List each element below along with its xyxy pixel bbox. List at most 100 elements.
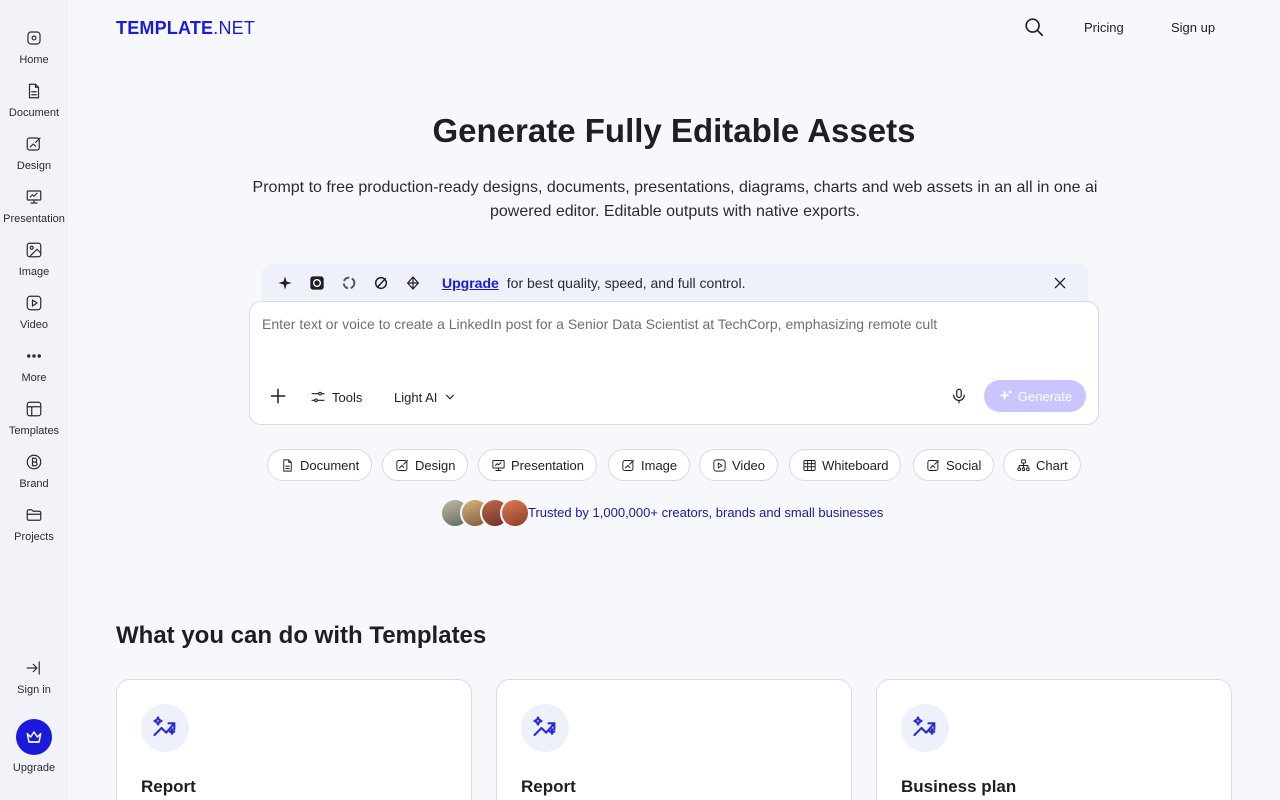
chip-label: Whiteboard — [822, 457, 889, 473]
presentation-icon — [24, 187, 44, 207]
chip-design[interactable]: Design — [382, 449, 469, 481]
pricing-link[interactable]: Pricing — [1084, 20, 1124, 35]
swirl-icon — [342, 276, 356, 290]
sign-in-button[interactable]: Sign in — [0, 650, 68, 700]
sign-in-icon — [24, 658, 44, 678]
video-icon — [713, 458, 726, 472]
document-icon — [283, 458, 292, 472]
model-select[interactable]: Light AI — [394, 387, 457, 407]
search-icon — [1025, 18, 1044, 37]
prompt-input[interactable] — [262, 316, 1082, 356]
chip-label: Document — [300, 457, 360, 473]
sidebar-item-projects[interactable]: Projects — [0, 497, 68, 547]
logo-bold: TEMPLATE — [116, 18, 214, 38]
trend-sparkle-icon — [141, 704, 189, 752]
sparkle-model-button[interactable] — [276, 274, 294, 292]
sliders-icon — [311, 391, 325, 403]
voice-input-button[interactable] — [950, 387, 970, 407]
upgrade-label: Upgrade — [12, 762, 56, 774]
sidebar-item-image[interactable]: Image — [0, 232, 68, 282]
sidebar-item-label: Video — [20, 319, 48, 331]
model-label: Light AI — [394, 389, 438, 405]
flux-model-button[interactable] — [404, 274, 422, 292]
social-icon — [927, 459, 939, 471]
tools-label: Tools — [332, 389, 363, 405]
templates-icon — [24, 399, 44, 419]
folder-icon — [24, 505, 44, 525]
sidebar-item-label: Home — [19, 54, 49, 66]
upgrade-button[interactable] — [16, 719, 52, 755]
chip-video[interactable]: Video — [699, 449, 779, 481]
generate-label: Generate — [1017, 388, 1073, 404]
chip-label: Image — [641, 457, 678, 473]
image-icon — [622, 459, 634, 471]
crown-icon — [26, 731, 42, 743]
chip-label: Social — [946, 457, 982, 473]
sign-up-link[interactable]: Sign up — [1171, 20, 1215, 35]
chip-social[interactable]: Social — [913, 449, 995, 481]
sparkle-icon — [278, 276, 292, 290]
close-strip-button[interactable] — [1052, 275, 1068, 291]
sidebar-item-video[interactable]: Video — [0, 285, 68, 335]
sidebar-item-label: Projects — [14, 531, 54, 543]
sparkles-icon — [999, 389, 1013, 401]
sidebar-item-label: Brand — [19, 478, 49, 490]
card-title: Report — [141, 777, 196, 796]
template-card-report[interactable]: Report — [116, 679, 472, 800]
card-title: Report — [521, 777, 576, 796]
trust-text: Trusted by 1,000,000+ creators, brands a… — [528, 505, 884, 520]
sidebar-item-presentation[interactable]: Presentation — [0, 179, 68, 229]
sidebar-item-templates[interactable]: Templates — [0, 391, 68, 441]
upgrade-link[interactable]: Upgrade — [442, 275, 499, 291]
home-icon — [24, 28, 44, 48]
logo-rest: .NET — [213, 18, 256, 38]
tools-button[interactable]: Tools — [310, 387, 362, 407]
grok-model-button[interactable] — [372, 274, 390, 292]
chip-label: Chart — [1036, 457, 1068, 473]
openai-icon — [310, 276, 324, 290]
flux-icon — [406, 276, 420, 290]
chip-whiteboard[interactable]: Whiteboard — [789, 449, 902, 481]
sidebar-item-brand[interactable]: Brand — [0, 444, 68, 494]
image-icon — [24, 240, 44, 260]
template-card-report-2[interactable]: Report — [496, 679, 852, 800]
sidebar-item-more[interactable]: More — [0, 338, 68, 388]
chevron-down-icon — [446, 394, 455, 400]
plus-icon — [270, 388, 286, 404]
section-title: What you can do with Templates — [116, 622, 487, 649]
chip-chart[interactable]: Chart — [1003, 449, 1081, 481]
hero-subtitle: Prompt to free production-ready designs,… — [252, 179, 1098, 220]
microphone-icon — [953, 388, 965, 404]
template-card-business-plan[interactable]: Business plan — [876, 679, 1232, 800]
sign-in-label: Sign in — [17, 684, 51, 696]
add-attachment-button[interactable] — [268, 386, 290, 408]
sidebar-item-label: Templates — [8, 425, 60, 437]
trend-sparkle-icon — [901, 704, 949, 752]
presentation-icon — [492, 459, 505, 471]
chip-label: Video — [732, 457, 766, 473]
design-icon — [396, 459, 408, 471]
hero-title: Generate Fully Editable Assets — [432, 112, 916, 149]
sidebar-item-label: More — [21, 372, 47, 384]
sidebar-item-label: Presentation — [3, 213, 65, 225]
grok-icon — [374, 276, 388, 290]
more-icon — [24, 346, 44, 366]
upgrade-strip: Upgrade for best quality, speed, and ful… — [262, 264, 1088, 302]
swirl-model-button[interactable] — [340, 274, 358, 292]
logo[interactable]: TEMPLATE.NET — [116, 18, 255, 39]
avatar — [500, 498, 530, 528]
sidebar-item-home[interactable]: Home — [0, 20, 68, 70]
chip-image[interactable]: Image — [608, 449, 691, 481]
brand-icon — [24, 452, 44, 472]
chip-label: Presentation — [511, 457, 584, 473]
generate-button[interactable]: Generate — [984, 380, 1086, 412]
chip-presentation[interactable]: Presentation — [478, 449, 597, 481]
document-icon — [24, 81, 44, 101]
chip-document[interactable]: Document — [267, 449, 373, 481]
search-button[interactable] — [1023, 16, 1047, 40]
sidebar-item-label: Image — [18, 266, 50, 278]
close-icon — [1054, 277, 1066, 289]
chip-label: Design — [415, 457, 456, 473]
whiteboard-icon — [803, 459, 816, 471]
openai-model-button[interactable] — [308, 274, 326, 292]
